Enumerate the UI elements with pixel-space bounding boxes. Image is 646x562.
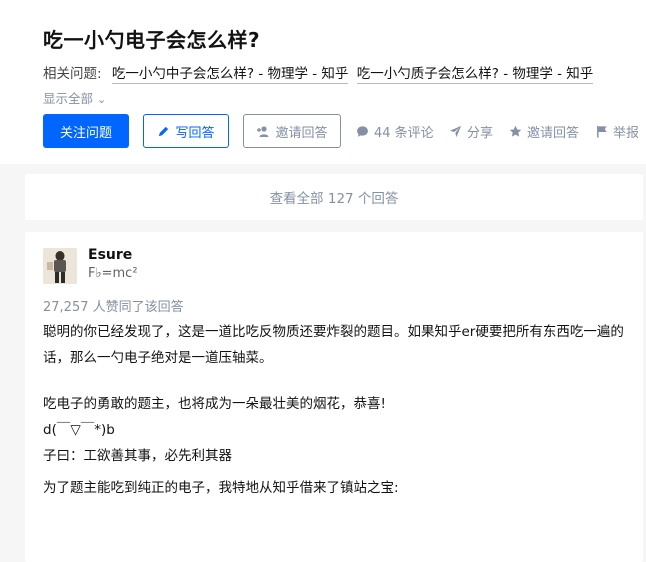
question-title: 吃一小勺电子会怎么样? <box>43 28 261 52</box>
author-bio: F♭=mc² <box>88 266 138 281</box>
related-label: 相关问题: <box>43 66 102 82</box>
follow-question-button[interactable]: 关注问题 <box>43 114 129 148</box>
related-link-proton[interactable]: 吃一小勺质子会怎么样? - 物理学 - 知乎 <box>356 66 594 84</box>
show-all-label: 显示全部 <box>43 91 94 106</box>
answer-paragraph: 吃电子的勇敢的题主，也将成为一朵最壮美的烟花，恭喜! <box>43 396 386 412</box>
add-user-icon <box>257 125 269 137</box>
show-all-toggle[interactable]: 显示全部 ⌄ <box>43 88 106 107</box>
report-label: 举报 <box>613 125 640 141</box>
answer-paragraph: 子曰：工欲善其事，必先利其器 <box>43 448 232 464</box>
write-answer-button[interactable]: 写回答 <box>143 114 229 148</box>
comments-button[interactable]: 44 条评论 <box>356 114 434 148</box>
pencil-icon <box>159 126 169 136</box>
invite-answer-link-label: 邀请回答 <box>527 125 580 141</box>
flag-icon <box>597 125 607 138</box>
write-answer-label: 写回答 <box>175 125 215 141</box>
share-icon <box>449 125 462 137</box>
author-name[interactable]: Esure <box>88 247 132 263</box>
question-actions: 关注问题 写回答 邀请回答 44 条评论 分享 邀请回答 举报 <box>43 114 643 148</box>
comment-icon <box>357 125 368 137</box>
invite-answer-link[interactable]: 邀请回答 <box>509 114 579 148</box>
report-button[interactable]: 举报 <box>596 114 639 148</box>
answer-paragraph: 为了题主能吃到纯正的电子，我特地从知乎借来了镇站之宝: <box>43 480 399 496</box>
invite-answer-button[interactable]: 邀请回答 <box>243 114 341 148</box>
view-all-answers-button[interactable]: 查看全部 127 个回答 <box>25 174 643 220</box>
share-label: 分享 <box>467 125 494 141</box>
voters-count[interactable]: 27,257 人赞同了该回答 <box>43 296 184 315</box>
answer-paragraph: 聪明的你已经发现了，这是一道比吃反物质还要炸裂的题目。如果知乎er硬要把所有东西… <box>43 324 624 366</box>
avatar[interactable] <box>43 248 77 284</box>
question-header: 吃一小勺电子会怎么样? 相关问题: 吃一小勺中子会怎么样? - 物理学 - 知乎… <box>0 0 646 164</box>
star-icon <box>509 125 522 137</box>
invite-answer-label: 邀请回答 <box>275 125 328 141</box>
comments-label: 44 条评论 <box>374 125 434 141</box>
answer-content: 聪明的你已经发现了，这是一道比吃反物质还要炸裂的题目。如果知乎er硬要把所有东西… <box>43 319 633 501</box>
chevron-down-icon: ⌄ <box>97 93 107 106</box>
answer-paragraph: d(￣▽￣*)b <box>43 422 115 438</box>
share-button[interactable]: 分享 <box>449 114 493 148</box>
related-link-neutron[interactable]: 吃一小勺中子会怎么样? - 物理学 - 知乎 <box>111 66 349 84</box>
answer-card: Esure F♭=mc² 27,257 人赞同了该回答 聪明的你已经发现了，这是… <box>25 232 643 562</box>
related-questions: 相关问题: 吃一小勺中子会怎么样? - 物理学 - 知乎 吃一小勺质子会怎么样?… <box>43 62 594 84</box>
